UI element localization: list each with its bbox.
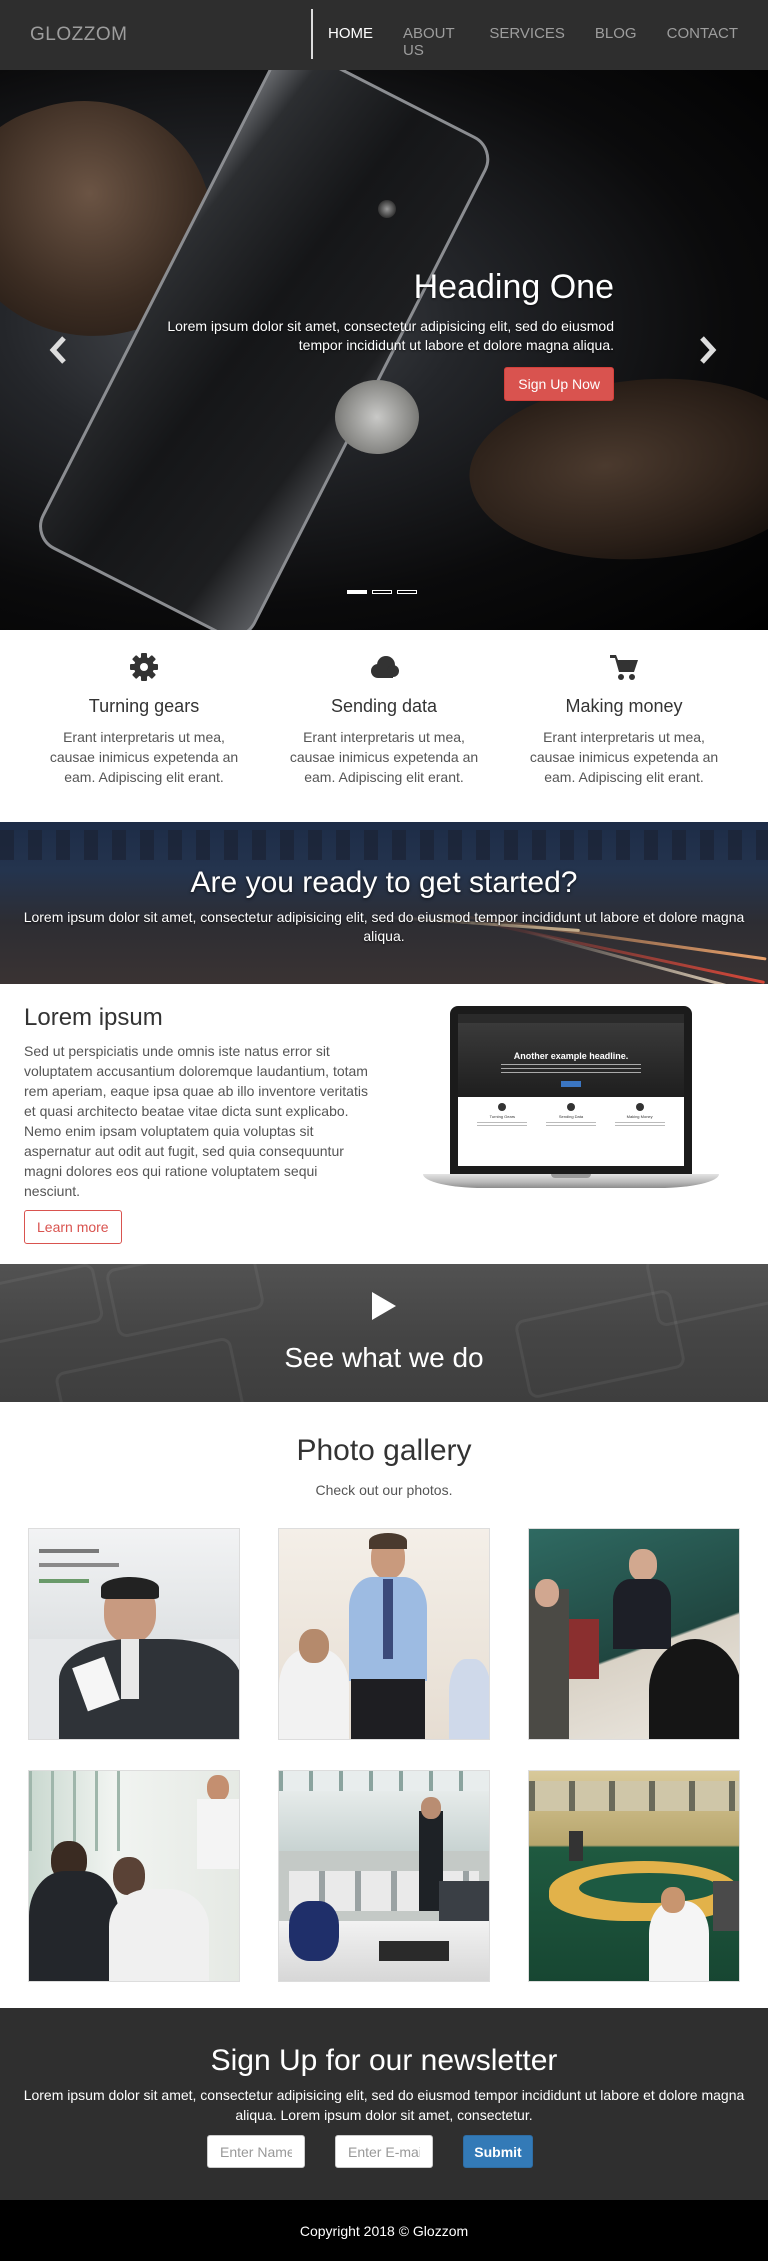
copyright-text: Copyright 2018 © Glozzom <box>299 2223 469 2239</box>
nav-item-blog[interactable]: BLOG <box>595 25 637 59</box>
nav-divider <box>311 9 313 59</box>
about-section: Lorem ipsum Sed ut perspiciatis unde omn… <box>0 984 768 1264</box>
chevron-right-icon[interactable] <box>698 335 718 373</box>
about-text: Sed ut perspiciatis unde omnis iste natu… <box>24 1043 368 1199</box>
gallery-heading: Photo gallery <box>296 1434 472 1467</box>
about-heading: Lorem ipsum <box>24 1004 163 1031</box>
feature-title: Sending data <box>330 696 438 716</box>
hero-heading: Heading One <box>413 268 614 306</box>
background-keyboard-key <box>644 1264 768 1328</box>
video-section: See what we do <box>0 1264 768 1402</box>
feature-turning-gears: Turning gears Erant interpretaris ut mea… <box>44 652 244 787</box>
carousel-indicators <box>347 590 422 594</box>
laptop-display-features: Turning Gears Sending Data Making Money <box>458 1097 684 1128</box>
presenter-photo[interactable] <box>28 1528 240 1740</box>
chevron-left-icon[interactable] <box>48 335 68 373</box>
businessman-photo[interactable] <box>278 1528 490 1740</box>
laptop-display-feature-title: Making Money <box>626 1114 653 1119</box>
feature-title: Making money <box>565 696 683 716</box>
features-section: Turning gears Erant interpretaris ut mea… <box>0 630 768 822</box>
laptop-notch <box>551 1174 591 1178</box>
office-team-photo[interactable] <box>28 1770 240 1982</box>
meeting-photo[interactable] <box>528 1528 740 1740</box>
nav-item-about-us[interactable]: ABOUT US <box>403 25 459 59</box>
laptop-display-headline: Another example headline. <box>513 1051 629 1061</box>
laptop-display: Another example headline. Turning Gears … <box>458 1014 684 1166</box>
hero-carousel: Heading One Lorem ipsum dolor sit amet, … <box>0 70 768 630</box>
laptop-display-button <box>561 1081 581 1087</box>
email-input[interactable] <box>335 2135 433 2168</box>
feature-text: Erant interpretaris ut mea, causae inimi… <box>289 729 479 785</box>
feature-text: Erant interpretaris ut mea, causae inimi… <box>529 729 719 785</box>
cloud-icon <box>371 656 399 678</box>
gear-icon <box>130 653 158 681</box>
nav-item-contact[interactable]: CONTACT <box>667 25 738 59</box>
laptop-display-navbar <box>458 1014 684 1023</box>
navbar: GLOZZOM HOME ABOUT US SERVICES BLOG CONT… <box>0 0 768 70</box>
conference-room-photo[interactable] <box>528 1770 740 1982</box>
photo-gallery: Photo gallery Check out our photos. <box>0 1402 768 2008</box>
laptop-display-feature-title: Sending Data <box>558 1114 584 1119</box>
newsletter-text: Lorem ipsum dolor sit amet, consectetur … <box>23 2087 745 2123</box>
brand-logo[interactable]: GLOZZOM <box>30 24 127 46</box>
laptop-display-hero: Another example headline. <box>458 1023 684 1097</box>
banner-background-trees <box>0 830 768 860</box>
nav-item-home[interactable]: HOME <box>328 25 373 59</box>
carousel-caption: Heading One Lorem ipsum dolor sit amet, … <box>154 268 614 401</box>
gallery-subheading: Check out our photos. <box>315 1482 453 1498</box>
newsletter-section: Sign Up for our newsletter Lorem ipsum d… <box>0 2008 768 2200</box>
play-icon[interactable] <box>372 1292 396 1320</box>
laptop-display-feature: Turning Gears <box>474 1103 530 1128</box>
feature-sending-data: Sending data Erant interpretaris ut mea,… <box>284 652 484 787</box>
carousel-indicator-3[interactable] <box>397 590 417 594</box>
open-office-photo[interactable] <box>278 1770 490 1982</box>
nav-item-services[interactable]: SERVICES <box>489 25 565 59</box>
laptop-image: Another example headline. Turning Gears … <box>423 1006 719 1194</box>
background-keyboard-key <box>104 1264 266 1339</box>
laptop-screen: Another example headline. Turning Gears … <box>450 1006 692 1174</box>
hero-text: Lorem ipsum dolor sit amet, consectetur … <box>167 318 614 353</box>
see-what-we-do-heading: See what we do <box>284 1342 484 1373</box>
laptop-display-text-lines <box>501 1064 641 1074</box>
sign-up-now-button[interactable]: Sign Up Now <box>504 367 614 401</box>
get-started-banner: Are you ready to get started? Lorem ipsu… <box>0 822 768 984</box>
learn-more-button[interactable]: Learn more <box>24 1210 122 1244</box>
carousel-indicator-1[interactable] <box>347 590 367 594</box>
carousel-indicator-2[interactable] <box>372 590 392 594</box>
footer: Copyright 2018 © Glozzom <box>0 2200 768 2261</box>
background-keyboard-key <box>0 1264 105 1346</box>
feature-making-money: Making money Erant interpretaris ut mea,… <box>524 652 724 787</box>
nav-menu: HOME ABOUT US SERVICES BLOG CONTACT <box>328 25 768 59</box>
get-started-text: Lorem ipsum dolor sit amet, consectetur … <box>23 909 745 944</box>
name-input[interactable] <box>207 2135 305 2168</box>
cart-icon <box>610 655 638 680</box>
laptop-display-feature: Making Money <box>612 1103 668 1128</box>
submit-button[interactable]: Submit <box>463 2135 533 2168</box>
laptop-display-feature-title: Turning Gears <box>489 1114 516 1119</box>
laptop-display-feature: Sending Data <box>543 1103 599 1128</box>
newsletter-heading: Sign Up for our newsletter <box>210 2044 558 2077</box>
get-started-heading: Are you ready to get started? <box>190 866 578 899</box>
hero-image-phone-camera <box>378 200 396 218</box>
feature-text: Erant interpretaris ut mea, causae inimi… <box>49 729 239 785</box>
feature-title: Turning gears <box>88 696 200 716</box>
